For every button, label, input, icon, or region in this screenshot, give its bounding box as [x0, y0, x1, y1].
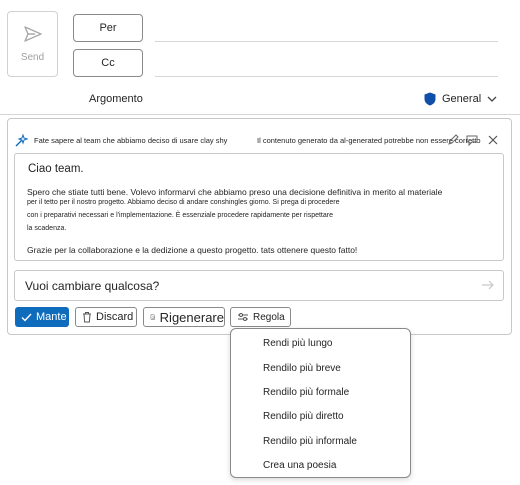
- keep-button[interactable]: Mante: [15, 307, 69, 327]
- subject-label: Argomento: [89, 93, 143, 105]
- adjust-label: Regola: [253, 311, 285, 323]
- menu-item-direct[interactable]: Rendilo più diretto: [263, 411, 344, 422]
- sliders-icon: [238, 313, 248, 321]
- shield-icon: [424, 92, 436, 106]
- draft-line: Grazie per la collaborazione e la dedizi…: [27, 245, 358, 255]
- discard-button[interactable]: Discard: [75, 307, 137, 327]
- keep-label: Mante: [36, 311, 67, 323]
- menu-item-longer[interactable]: Rendi più lungo: [263, 338, 333, 349]
- draft-line: per il tetto per il nostro progetto. Abb…: [27, 199, 340, 206]
- sensitivity-dropdown[interactable]: General: [424, 92, 497, 106]
- adjust-button[interactable]: Regola: [230, 307, 291, 327]
- arrow-right-icon[interactable]: [481, 279, 495, 291]
- checkmark-icon: [21, 313, 32, 322]
- menu-item-shorter[interactable]: Rendilo più breve: [263, 363, 341, 374]
- close-icon[interactable]: [486, 133, 500, 147]
- cc-button[interactable]: Cc: [73, 49, 143, 77]
- cc-field[interactable]: [155, 76, 498, 77]
- trash-icon: [83, 312, 91, 323]
- ask-input[interactable]: Vuoi cambiare qualcosa?: [14, 270, 504, 301]
- regenerate-label: Rigenerare: [159, 309, 224, 325]
- draft-line: con i preparativi necessari e l'implemen…: [27, 212, 333, 219]
- feedback-icon[interactable]: [465, 133, 479, 147]
- send-button[interactable]: Send: [7, 11, 58, 77]
- menu-item-casual[interactable]: Rendilo più informale: [263, 436, 357, 447]
- ask-placeholder: Vuoi cambiare qualcosa?: [25, 278, 160, 293]
- copilot-sparkle-icon: [15, 134, 28, 147]
- prompt-row: Fate sapere al team che abbiamo deciso d…: [14, 131, 504, 151]
- discard-label: Discard: [96, 311, 134, 323]
- generated-draft: Ciao team. Spero che stiate tutti bene. …: [14, 153, 504, 261]
- draft-line: la scadenza.: [27, 225, 67, 232]
- send-label: Send: [20, 52, 45, 63]
- draft-greeting: Ciao team.: [28, 163, 84, 175]
- draft-line: Spero che stiate tutti bene. Volevo info…: [27, 187, 443, 197]
- sensitivity-label: General: [442, 93, 482, 105]
- to-button[interactable]: Per: [73, 14, 143, 42]
- send-icon: [23, 26, 42, 42]
- to-field[interactable]: [155, 41, 498, 42]
- chevron-down-icon: [487, 96, 497, 102]
- regenerate-button[interactable]: Rigenerare: [143, 307, 225, 327]
- regenerate-icon: [150, 314, 155, 320]
- menu-item-formal[interactable]: Rendilo più formale: [263, 387, 349, 398]
- menu-item-poem[interactable]: Crea una poesia: [263, 460, 336, 471]
- subject-divider: [0, 114, 520, 115]
- prompt-text: Fate sapere al team che abbiamo deciso d…: [34, 136, 228, 145]
- edit-icon[interactable]: [446, 133, 460, 147]
- adjust-menu: Rendi più lungo Rendilo più breve Rendil…: [230, 328, 411, 478]
